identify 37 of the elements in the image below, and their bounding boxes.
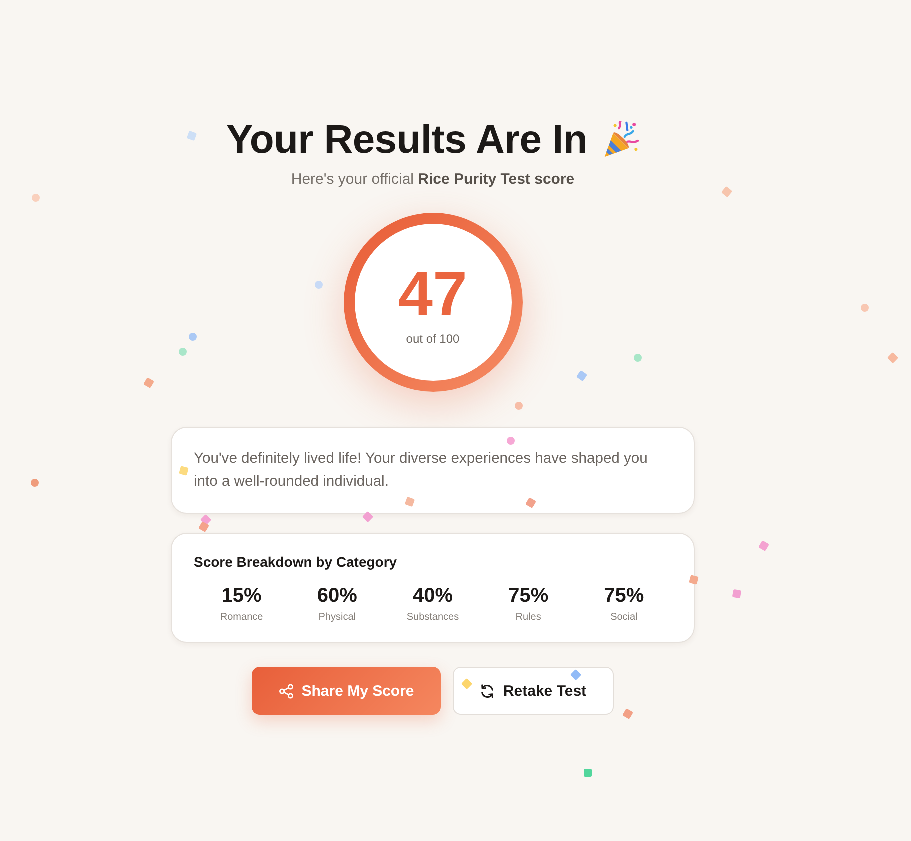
share-icon xyxy=(278,684,294,698)
confetti-square-icon xyxy=(584,769,592,777)
confetti-dot-icon xyxy=(515,402,523,410)
confetti-dot-icon xyxy=(634,354,642,362)
subtitle: Here's your official Rice Purity Test score xyxy=(291,170,575,190)
category-label: Substances xyxy=(406,611,460,625)
confetti-square-icon xyxy=(721,186,733,198)
category-score: 40% xyxy=(412,584,453,608)
category-label: Physical xyxy=(318,611,356,625)
category-label: Romance xyxy=(220,611,264,625)
result-message: You've definitely lived life! Your diverse experiences have shaped you into a well-rounded individual. xyxy=(194,450,649,492)
confetti-square-icon xyxy=(622,708,634,720)
confetti-dot-icon xyxy=(32,194,40,202)
retake-button[interactable]: Retake Test xyxy=(453,667,614,715)
confetti-square-icon xyxy=(576,370,588,382)
confetti-square-icon xyxy=(887,352,899,364)
refresh-icon xyxy=(480,684,496,698)
confetti-square-icon xyxy=(732,589,742,599)
score-value: 47 xyxy=(398,264,468,326)
confetti-dot-icon xyxy=(315,281,323,289)
confetti-dot-icon xyxy=(31,479,39,487)
confetti-dot-icon xyxy=(861,304,869,312)
score-caption: out of 100 xyxy=(406,332,460,346)
category-score: 75% xyxy=(604,584,644,608)
breakdown-title: Score Breakdown by Category xyxy=(194,554,398,570)
category-score: 15% xyxy=(222,584,262,608)
confetti-dot-icon xyxy=(189,333,197,341)
confetti-square-icon xyxy=(186,130,198,142)
confetti-square-icon xyxy=(758,540,770,552)
category-label: Social xyxy=(610,611,638,625)
confetti-square-icon xyxy=(198,522,210,532)
page-title: Your Results Are In xyxy=(226,117,588,164)
category-score: 75% xyxy=(508,584,549,608)
category-label: Rules xyxy=(516,611,542,625)
confetti-dot-icon xyxy=(179,348,187,356)
category-score: 60% xyxy=(317,584,358,608)
confetti-square-icon xyxy=(144,378,154,388)
